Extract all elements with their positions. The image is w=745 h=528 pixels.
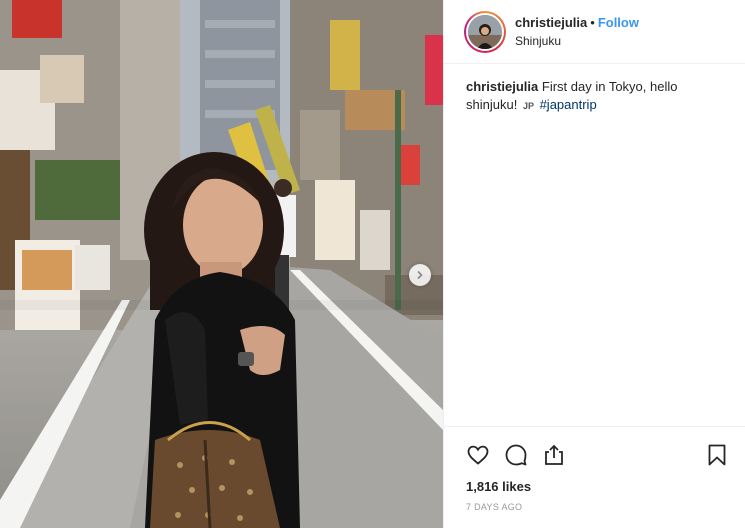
- likes-count[interactable]: 1,816 likes: [444, 471, 745, 494]
- japan-flag-icon: JP: [522, 101, 534, 111]
- caption-username[interactable]: christiejulia: [466, 79, 538, 94]
- hashtag-link[interactable]: #japantrip: [540, 97, 597, 112]
- bookmark-icon: [708, 444, 726, 466]
- comment-button[interactable]: [504, 443, 528, 467]
- share-button[interactable]: [542, 443, 566, 467]
- heart-outline-icon: [467, 445, 489, 465]
- action-bar: [444, 426, 745, 471]
- instagram-post: christiejulia • Follow Shinjuku christieju…: [0, 0, 745, 528]
- next-image-button[interactable]: [409, 264, 431, 286]
- post-timestamp: 7 DAYS AGO: [466, 502, 523, 512]
- avatar-image: [468, 14, 502, 49]
- comment-bubble-icon: [505, 444, 527, 466]
- save-button[interactable]: [705, 443, 729, 467]
- chevron-right-icon: [417, 270, 423, 280]
- post-photo[interactable]: [0, 0, 443, 528]
- share-arrow-icon: [545, 444, 563, 465]
- location-link[interactable]: Shinjuku: [515, 33, 639, 49]
- story-ring[interactable]: [464, 10, 506, 53]
- username-link[interactable]: christiejulia: [515, 15, 587, 30]
- header-text: christiejulia • Follow Shinjuku: [515, 15, 639, 49]
- caption: christiejulia First day in Tokyo, hello …: [444, 64, 745, 426]
- street-photo-illustration: [0, 0, 443, 528]
- post-side-panel: christiejulia • Follow Shinjuku christieju…: [443, 0, 745, 528]
- post-header: christiejulia • Follow Shinjuku: [444, 0, 745, 64]
- separator-dot: •: [590, 14, 595, 30]
- follow-button[interactable]: Follow: [598, 15, 639, 30]
- like-button[interactable]: [466, 443, 490, 467]
- avatar[interactable]: [466, 12, 504, 51]
